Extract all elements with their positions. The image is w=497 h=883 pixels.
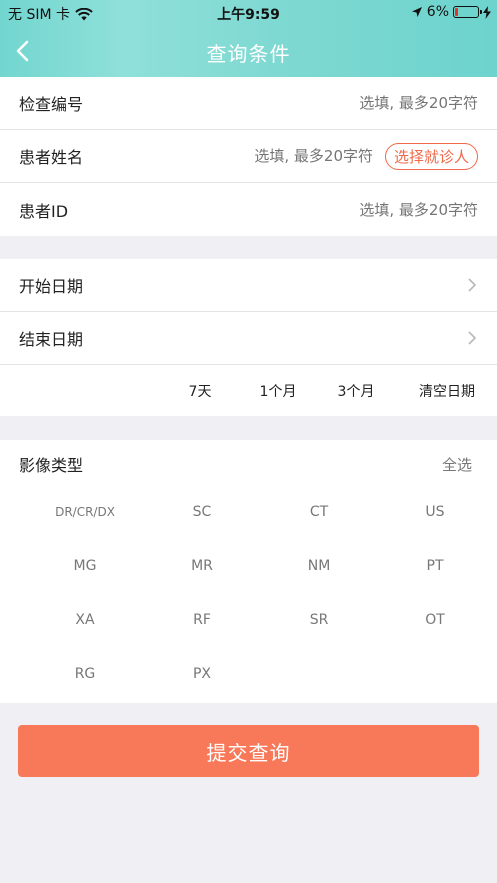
type-option-mr[interactable]: MR — [147, 558, 257, 574]
battery-icon — [453, 6, 482, 18]
type-option-us[interactable]: US — [380, 504, 490, 520]
patient-name-input[interactable] — [212, 147, 373, 165]
type-option-rf[interactable]: RF — [147, 612, 257, 628]
select-all-button[interactable]: 全选 — [442, 454, 478, 475]
search-fields-group: 检查编号 患者姓名 选择就诊人 患者ID — [0, 77, 497, 236]
clear-dates-button[interactable]: 清空日期 — [395, 381, 475, 401]
quick-date-row: 7天 1个月 3个月 清空日期 — [0, 365, 497, 417]
patient-name-row: 患者姓名 选择就诊人 — [0, 130, 497, 183]
patient-id-input[interactable] — [318, 200, 478, 219]
quick-date-1m[interactable]: 1个月 — [239, 381, 317, 401]
end-date-label: 结束日期 — [19, 330, 84, 349]
status-bar: 无 SIM 卡 上午9:59 6% — [0, 0, 497, 26]
chevron-right-icon — [468, 331, 477, 345]
patient-name-label: 患者姓名 — [19, 148, 84, 167]
type-option-ct[interactable]: CT — [264, 504, 374, 520]
quick-date-7d[interactable]: 7天 — [161, 381, 239, 401]
nav-bar: 查询条件 — [0, 26, 497, 77]
type-option-sc[interactable]: SC — [147, 504, 257, 520]
date-group: 开始日期 结束日期 7天 1个月 3个月 清空日期 — [0, 259, 497, 416]
image-type-grid: DR/CR/DX SC CT US MG MR NM PT XA RF SR O… — [0, 488, 497, 703]
type-option-xa[interactable]: XA — [30, 612, 140, 628]
type-option-px[interactable]: PX — [147, 666, 257, 682]
type-option-dr-cr-dx[interactable]: DR/CR/DX — [30, 505, 140, 519]
patient-id-row: 患者ID — [0, 183, 497, 236]
type-option-nm[interactable]: NM — [264, 558, 374, 574]
chevron-right-icon — [468, 278, 477, 292]
image-type-label: 影像类型 — [19, 456, 84, 475]
battery-percent: 6% — [426, 4, 449, 20]
charging-bolt-icon — [483, 5, 491, 19]
quick-date-3m[interactable]: 3个月 — [317, 381, 395, 401]
battery-level — [455, 8, 458, 16]
page-title: 查询条件 — [206, 42, 291, 66]
patient-id-label: 患者ID — [19, 201, 69, 221]
exam-number-row: 检查编号 — [0, 77, 497, 130]
start-date-label: 开始日期 — [19, 277, 84, 296]
type-option-sr[interactable]: SR — [264, 612, 374, 628]
end-date-row[interactable]: 结束日期 — [0, 312, 497, 365]
location-arrow-icon — [411, 7, 422, 17]
select-patient-button[interactable]: 选择就诊人 — [384, 142, 478, 170]
exam-number-label: 检查编号 — [19, 95, 84, 114]
type-option-rg[interactable]: RG — [30, 666, 140, 682]
status-right: 6% — [411, 4, 491, 20]
app-header: 无 SIM 卡 上午9:59 6% 查询条件 — [0, 0, 497, 77]
image-type-header: 影像类型 全选 — [0, 440, 497, 488]
start-date-row[interactable]: 开始日期 — [0, 259, 497, 312]
type-option-mg[interactable]: MG — [30, 558, 140, 574]
type-option-pt[interactable]: PT — [380, 558, 490, 574]
submit-query-button[interactable]: 提交查询 — [18, 725, 479, 777]
image-type-group: 影像类型 全选 DR/CR/DX SC CT US MG MR NM PT XA… — [0, 440, 497, 703]
exam-number-input[interactable] — [318, 94, 478, 112]
type-option-ot[interactable]: OT — [380, 612, 490, 628]
